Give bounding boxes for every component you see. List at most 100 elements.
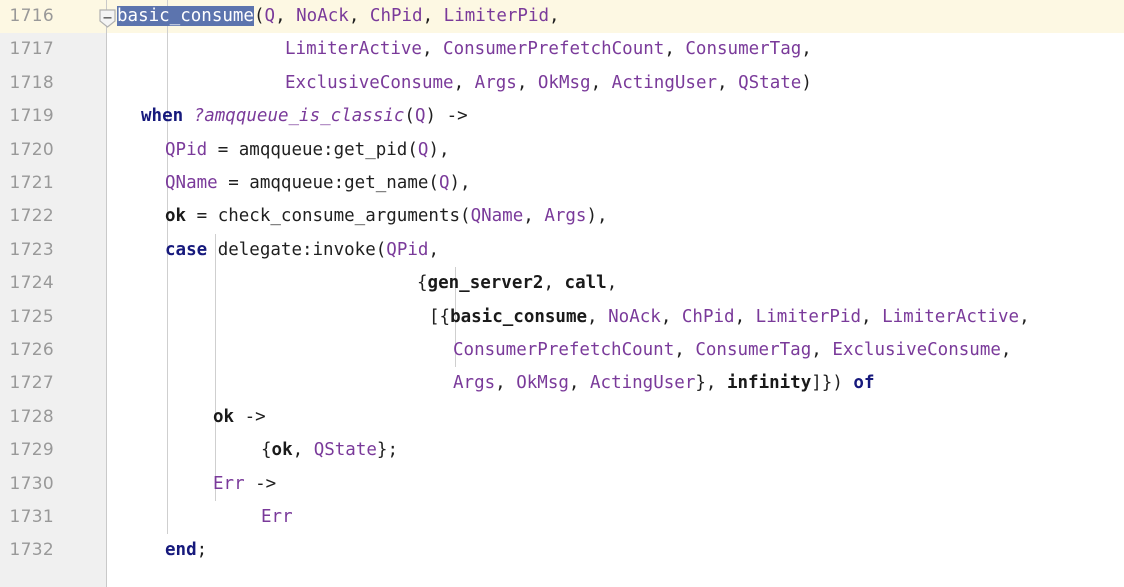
code-line[interactable]: when ?amqqueue_is_classic(Q) -> <box>141 100 468 133</box>
gutter-line[interactable]: 1727 <box>0 367 106 400</box>
line-number: 1717 <box>9 39 54 60</box>
code-token: = <box>217 173 250 193</box>
gutter-line[interactable]: 1729 <box>0 434 106 467</box>
gutter-line[interactable]: 1720 <box>0 134 106 167</box>
gutter-line[interactable]: 1718 <box>0 67 106 100</box>
code-token: -> <box>234 406 266 427</box>
code-token: , <box>587 306 609 327</box>
code-token: QPid <box>386 239 429 260</box>
line-number: 1716 <box>9 6 54 26</box>
code-token: , <box>861 306 883 327</box>
code-token: , <box>292 440 314 461</box>
code-token: , <box>568 373 590 394</box>
code-line[interactable]: Err -> <box>213 468 276 501</box>
fold-collapse-icon[interactable] <box>99 9 116 28</box>
code-token: -> <box>244 473 277 494</box>
line-background <box>0 401 1124 434</box>
code-token: LimiterPid <box>443 6 550 26</box>
line-number: 1731 <box>9 507 54 527</box>
code-line[interactable]: basic_consume(Q, NoAck, ChPid, LimiterPi… <box>117 0 560 33</box>
code-token: check_consume_arguments <box>217 206 461 227</box>
line-number: 1725 <box>9 306 54 327</box>
code-token: , <box>811 340 833 360</box>
code-token: ok <box>165 206 187 227</box>
code-token: Q <box>414 106 426 127</box>
code-token: Q <box>438 173 450 193</box>
code-line[interactable]: LimiterActive, ConsumerPrefetchCount, Co… <box>285 33 812 66</box>
code-token: ( <box>428 173 439 193</box>
line-background <box>0 468 1124 501</box>
code-token: }; <box>376 440 398 461</box>
code-line[interactable]: {gen_server2, call, <box>417 267 617 300</box>
code-token: , <box>453 72 475 93</box>
code-token: Args <box>453 373 496 394</box>
code-token: QState <box>313 440 377 461</box>
code-token: }, <box>695 373 727 394</box>
line-number: 1730 <box>9 473 54 494</box>
gutter-line[interactable]: 1717 <box>0 33 106 66</box>
code-line[interactable]: [{basic_consume, NoAck, ChPid, LimiterPi… <box>429 301 1030 334</box>
gutter-line[interactable]: 1719 <box>0 100 106 133</box>
code-editor[interactable]: basic_consume(Q, NoAck, ChPid, LimiterPi… <box>0 0 1124 587</box>
code-token: , <box>674 340 696 360</box>
code-token: gen_server2 <box>427 273 544 294</box>
code-line[interactable]: {ok, QState}; <box>261 434 398 467</box>
gutter-line[interactable]: 1732 <box>0 534 106 567</box>
code-token: ChPid <box>681 306 735 327</box>
line-number: 1722 <box>9 206 54 227</box>
code-token: = <box>207 139 239 160</box>
code-token: Q <box>417 139 429 160</box>
code-token: amqqueue:get_name <box>249 173 429 193</box>
gutter-line[interactable]: 1728 <box>0 401 106 434</box>
line-number: 1721 <box>9 173 54 193</box>
code-token: ( <box>375 239 387 260</box>
line-number: 1728 <box>9 406 54 427</box>
code-line[interactable]: end; <box>165 534 207 567</box>
code-line[interactable]: ExclusiveConsume, Args, OkMsg, ActingUse… <box>285 67 812 100</box>
code-token: call <box>564 273 607 294</box>
editor-gutter[interactable]: 1716 1717 1718 1719 1720 1721 1722 1723 1724 1725… <box>0 0 107 587</box>
code-token: , <box>801 39 812 60</box>
code-token: ok <box>213 406 235 427</box>
code-token: , <box>495 373 517 394</box>
code-token: LimiterActive <box>285 39 422 60</box>
gutter-line[interactable]: 1731 <box>0 501 106 534</box>
line-number: 1718 <box>9 72 54 93</box>
code-line[interactable]: Args, OkMsg, ActingUser}, infinity]}) of <box>453 367 875 400</box>
line-background <box>0 501 1124 534</box>
gutter-line[interactable]: 1722 <box>0 200 106 233</box>
code-line[interactable]: ConsumerPrefetchCount, ConsumerTag, Excl… <box>453 334 1011 367</box>
code-token: of <box>853 373 875 394</box>
line-number: 1724 <box>9 273 54 294</box>
code-line[interactable]: Err <box>261 501 293 534</box>
code-token: , <box>606 273 618 294</box>
code-token: case <box>165 239 208 260</box>
line-background <box>0 434 1124 467</box>
code-token: NoAck <box>296 6 349 26</box>
code-token: QName <box>470 206 524 227</box>
gutter-line[interactable]: 1723 <box>0 234 106 267</box>
gutter-line[interactable]: 1721 <box>0 167 106 200</box>
code-line[interactable]: ok -> <box>213 401 266 434</box>
gutter-line[interactable]: 1724 <box>0 267 106 300</box>
code-token: LimiterPid <box>755 306 862 327</box>
gutter-line[interactable]: 1716 <box>0 0 106 34</box>
code-token: , <box>523 206 545 227</box>
code-token: ) <box>801 72 812 93</box>
code-token: , <box>422 6 444 26</box>
code-token: ActingUser <box>611 72 718 93</box>
gutter-line[interactable]: 1726 <box>0 334 106 367</box>
code-line[interactable]: QName = amqqueue:get_name(Q), <box>165 167 471 200</box>
code-line[interactable]: QPid = amqqueue:get_pid(Q), <box>165 134 450 167</box>
gutter-line[interactable]: 1725 <box>0 301 106 334</box>
selected-text[interactable]: basic_consume <box>117 6 254 26</box>
code-content-area[interactable]: basic_consume(Q, NoAck, ChPid, LimiterPi… <box>0 0 1124 587</box>
code-token: [{ <box>429 306 451 327</box>
code-token: LimiterActive <box>882 306 1020 327</box>
gutter-line[interactable]: 1730 <box>0 468 106 501</box>
line-number: 1729 <box>9 440 54 461</box>
code-line[interactable]: ok = check_consume_arguments(QName, Args… <box>165 200 608 233</box>
code-line[interactable]: case delegate:invoke(QPid, <box>165 234 439 267</box>
